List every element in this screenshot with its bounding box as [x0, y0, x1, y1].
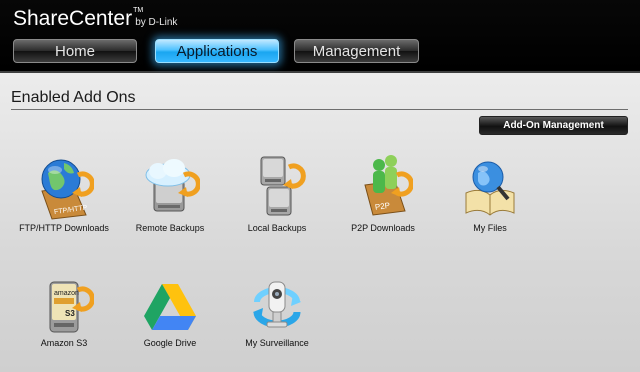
tab-applications[interactable]: Applications	[155, 39, 279, 63]
tab-home[interactable]: Home	[13, 39, 137, 63]
sharecenter-logo: ShareCenterTM by D-Link	[13, 7, 177, 31]
p2p-users-icon: P2P	[364, 155, 413, 216]
addon-ftp-http-downloads[interactable]: FTP/HTTP FTP/HTTP Downloads	[9, 153, 119, 233]
local-backup-drives-icon	[260, 156, 306, 216]
addon-label: Remote Backups	[135, 223, 205, 233]
addon-label: Local Backups	[247, 223, 307, 233]
addon-remote-backups[interactable]: Remote Backups	[115, 153, 225, 233]
google-drive-icon	[144, 284, 196, 330]
main-content: Enabled Add Ons Add-On Management FTP/HT…	[0, 73, 640, 372]
top-header: ShareCenterTM by D-Link Home Applications…	[0, 0, 640, 73]
my-files-globe-book-icon	[465, 161, 515, 216]
ftp-http-globe-icon: FTP/HTTP	[41, 159, 94, 220]
tab-management[interactable]: Management	[294, 39, 419, 63]
addon-label: My Files	[473, 223, 507, 233]
brand-by-dlink: by D-Link	[135, 17, 178, 28]
addon-my-files[interactable]: My Files	[435, 153, 545, 233]
addon-amazon-s3[interactable]: amazon S3 Amazon S3	[9, 278, 119, 348]
amazon-s3-drive-icon: amazon S3	[49, 281, 94, 333]
addon-label: My Surveillance	[245, 338, 309, 348]
addon-p2p-downloads[interactable]: P2P P2P Downloads	[328, 153, 438, 233]
s3-text: S3	[65, 309, 75, 318]
addon-local-backups[interactable]: Local Backups	[222, 153, 332, 233]
brand-trademark: TM	[133, 7, 144, 14]
addon-management-button[interactable]: Add-On Management	[479, 116, 628, 135]
page-title: Enabled Add Ons	[11, 89, 136, 106]
addon-label: Amazon S3	[40, 338, 88, 348]
addon-label: FTP/HTTP Downloads	[19, 223, 109, 233]
cloud-backup-icon	[145, 159, 200, 212]
addon-my-surveillance[interactable]: My Surveillance	[222, 278, 332, 348]
surveillance-camera-icon	[253, 281, 301, 328]
amazon-text: amazon	[54, 290, 79, 297]
title-divider	[11, 109, 628, 110]
addon-label: Google Drive	[143, 338, 197, 348]
addon-google-drive[interactable]: Google Drive	[115, 278, 225, 348]
addon-label: P2P Downloads	[351, 223, 415, 233]
brand-name: ShareCenter	[13, 7, 133, 30]
